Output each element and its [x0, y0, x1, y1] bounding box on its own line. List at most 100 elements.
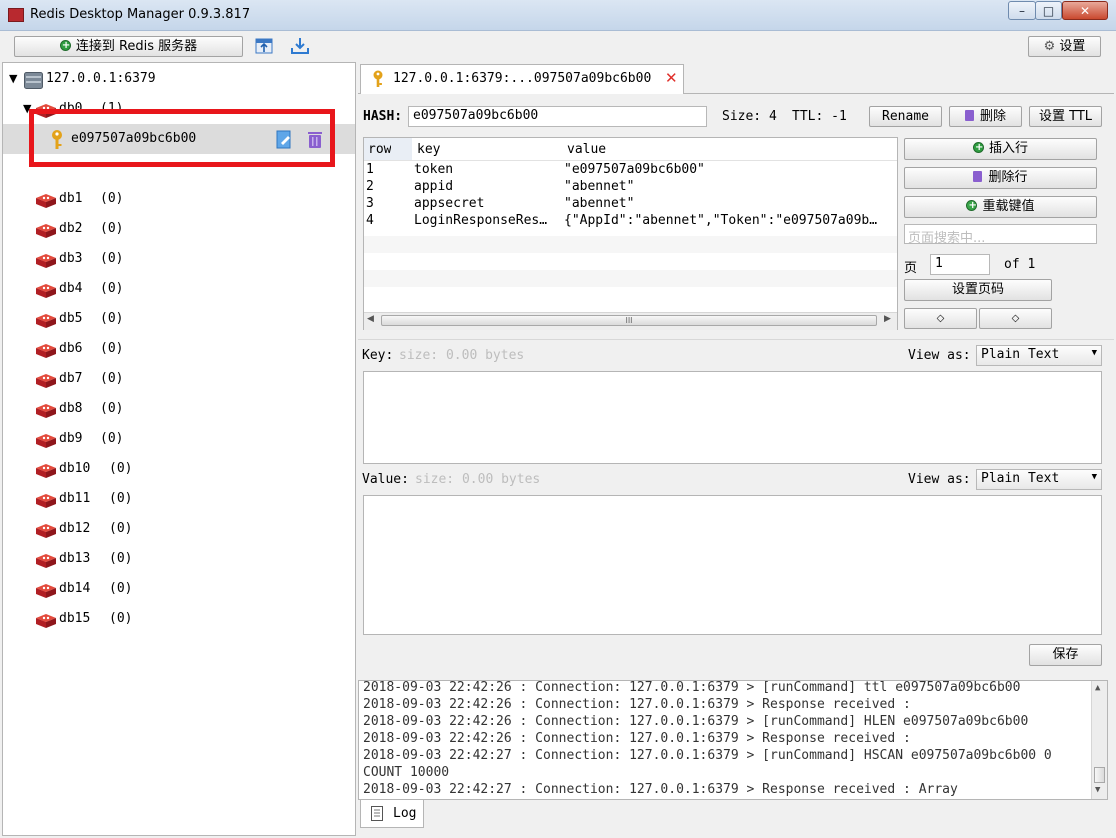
database-icon — [35, 371, 57, 388]
key-editor-label: Key: — [362, 348, 394, 363]
key-icon — [371, 70, 385, 88]
database-icon — [35, 311, 57, 328]
tree-db7[interactable]: db7 (0) — [3, 364, 355, 394]
cell-key: appid — [414, 179, 454, 194]
import-icon[interactable] — [255, 37, 273, 55]
key-name-field[interactable]: e097507a09bc6b00 — [408, 106, 707, 127]
table-header: row key value — [364, 138, 897, 161]
col-header-key[interactable]: key — [417, 142, 440, 157]
next-page-button[interactable]: ◇ — [979, 308, 1052, 329]
log-scrollbar[interactable]: ▲ ▼ — [1091, 681, 1107, 799]
db-count: (0) — [109, 551, 133, 566]
add-icon — [59, 37, 71, 55]
tree-db3[interactable]: db3 (0) — [3, 244, 355, 274]
tree-db5[interactable]: db5 (0) — [3, 304, 355, 334]
scroll-thumb[interactable]: III — [381, 315, 877, 326]
tree-db11[interactable]: db11 (0) — [3, 484, 355, 514]
db-count: (0) — [100, 251, 124, 266]
insert-row-button[interactable]: 插入行 — [904, 138, 1097, 160]
database-icon — [35, 401, 57, 418]
db-count: (0) — [100, 401, 124, 416]
col-header-value[interactable]: value — [567, 142, 606, 157]
database-icon — [35, 221, 57, 238]
db-count: (0) — [109, 611, 133, 626]
server-icon — [24, 71, 43, 89]
tree-db4[interactable]: db4 (0) — [3, 274, 355, 304]
tree-db2[interactable]: db2 (0) — [3, 214, 355, 244]
database-icon — [35, 461, 57, 478]
db-name: db15 — [59, 611, 91, 626]
log-line: 2018-09-03 22:42:27 : Connection: 127.0.… — [363, 782, 958, 797]
toolbar: 连接到 Redis 服务器 ⚙设置 — [0, 31, 1116, 61]
delete-key-button[interactable]: 删除 — [949, 106, 1022, 127]
highlight-annotation — [29, 109, 335, 167]
scroll-up-icon[interactable]: ▲ — [1095, 683, 1100, 693]
scroll-down-icon[interactable]: ▼ — [1095, 785, 1100, 795]
tab-bar: 127.0.0.1:6379:...097507a09bc6b00 ✕ — [358, 62, 1114, 94]
horizontal-scrollbar[interactable]: ◀ III ▶ — [364, 312, 897, 330]
tab-log[interactable]: Log — [360, 800, 424, 828]
trash-icon — [964, 110, 974, 121]
database-icon — [35, 521, 57, 538]
tree-db9[interactable]: db9 (0) — [3, 424, 355, 454]
add-icon — [972, 139, 984, 157]
cell-row: 4 — [366, 213, 374, 228]
tree-db10[interactable]: db10 (0) — [3, 454, 355, 484]
table-row[interactable]: 1 token "e097507a09bc6b00" — [364, 161, 897, 178]
db-name: db13 — [59, 551, 91, 566]
value-format-select[interactable]: Plain Text ▼ — [976, 469, 1102, 490]
key-editor-area[interactable] — [363, 371, 1102, 464]
tab-close-icon[interactable]: ✕ — [665, 69, 678, 87]
page-search-input[interactable]: 页面搜索中... — [904, 224, 1097, 246]
set-ttl-button[interactable]: 设置 TTL — [1029, 106, 1102, 127]
set-page-button[interactable]: 设置页码 — [904, 279, 1052, 301]
save-button[interactable]: 保存 — [1029, 644, 1102, 666]
tree-server[interactable]: ▼ 127.0.0.1:6379 — [3, 64, 355, 94]
value-editor-area[interactable] — [363, 495, 1102, 635]
tree-db14[interactable]: db14 (0) — [3, 574, 355, 604]
maximize-button[interactable]: □ — [1035, 1, 1062, 20]
connect-button[interactable]: 连接到 Redis 服务器 — [14, 36, 243, 57]
table-row[interactable]: 3 appsecret "abennet" — [364, 195, 897, 212]
table-stripe — [364, 236, 897, 253]
rename-button[interactable]: Rename — [869, 106, 942, 127]
scroll-left-icon[interactable]: ◀ — [367, 314, 374, 324]
reload-button[interactable]: 重载键值 — [904, 196, 1097, 218]
key-view: HASH: e097507a09bc6b00 Size: 4 TTL: -1 R… — [358, 94, 1114, 680]
tree-db12[interactable]: db12 (0) — [3, 514, 355, 544]
connection-tree: ▼ 127.0.0.1:6379 ▼ db0 (1) e097507a09bc6… — [2, 62, 356, 836]
table-row[interactable]: 2 appid "abennet" — [364, 178, 897, 195]
page-number-input[interactable]: 1 — [930, 254, 990, 275]
settings-button[interactable]: ⚙ 设置 — [1028, 36, 1101, 57]
db-name: db6 — [59, 341, 83, 356]
db-count: (0) — [100, 371, 124, 386]
key-view-as-label: View as: — [908, 348, 971, 363]
expand-arrow-icon[interactable]: ▼ — [9, 64, 17, 94]
database-icon — [35, 581, 57, 598]
tree-db13[interactable]: db13 (0) — [3, 544, 355, 574]
delete-row-button[interactable]: 删除行 — [904, 167, 1097, 189]
tree-db1[interactable]: db1 (0) — [3, 184, 355, 214]
minimize-button[interactable]: – — [1008, 1, 1036, 20]
db-count: (0) — [100, 191, 124, 206]
key-format-select[interactable]: Plain Text ▼ — [976, 345, 1102, 366]
tree-db8[interactable]: db8 (0) — [3, 394, 355, 424]
close-button[interactable]: ✕ — [1062, 1, 1108, 20]
server-name: 127.0.0.1:6379 — [46, 71, 156, 86]
scroll-thumb[interactable] — [1094, 767, 1105, 783]
db-count: (0) — [100, 221, 124, 236]
tree-db6[interactable]: db6 (0) — [3, 334, 355, 364]
export-icon[interactable] — [290, 37, 310, 55]
cell-value: "abennet" — [564, 179, 635, 194]
trash-icon — [973, 171, 983, 182]
col-header-row[interactable]: row — [368, 142, 391, 157]
db-count: (0) — [109, 581, 133, 596]
database-icon — [35, 491, 57, 508]
tab-key[interactable]: 127.0.0.1:6379:...097507a09bc6b00 ✕ — [360, 64, 684, 94]
hash-label: HASH: — [363, 109, 403, 124]
prev-page-button[interactable]: ◇ — [904, 308, 977, 329]
tree-db15[interactable]: db15 (0) — [3, 604, 355, 634]
table-row[interactable]: 4 LoginResponseRes… {"AppId":"abennet","To… — [364, 212, 897, 229]
chevron-down-icon: ▼ — [1091, 472, 1097, 482]
scroll-right-icon[interactable]: ▶ — [884, 314, 891, 324]
